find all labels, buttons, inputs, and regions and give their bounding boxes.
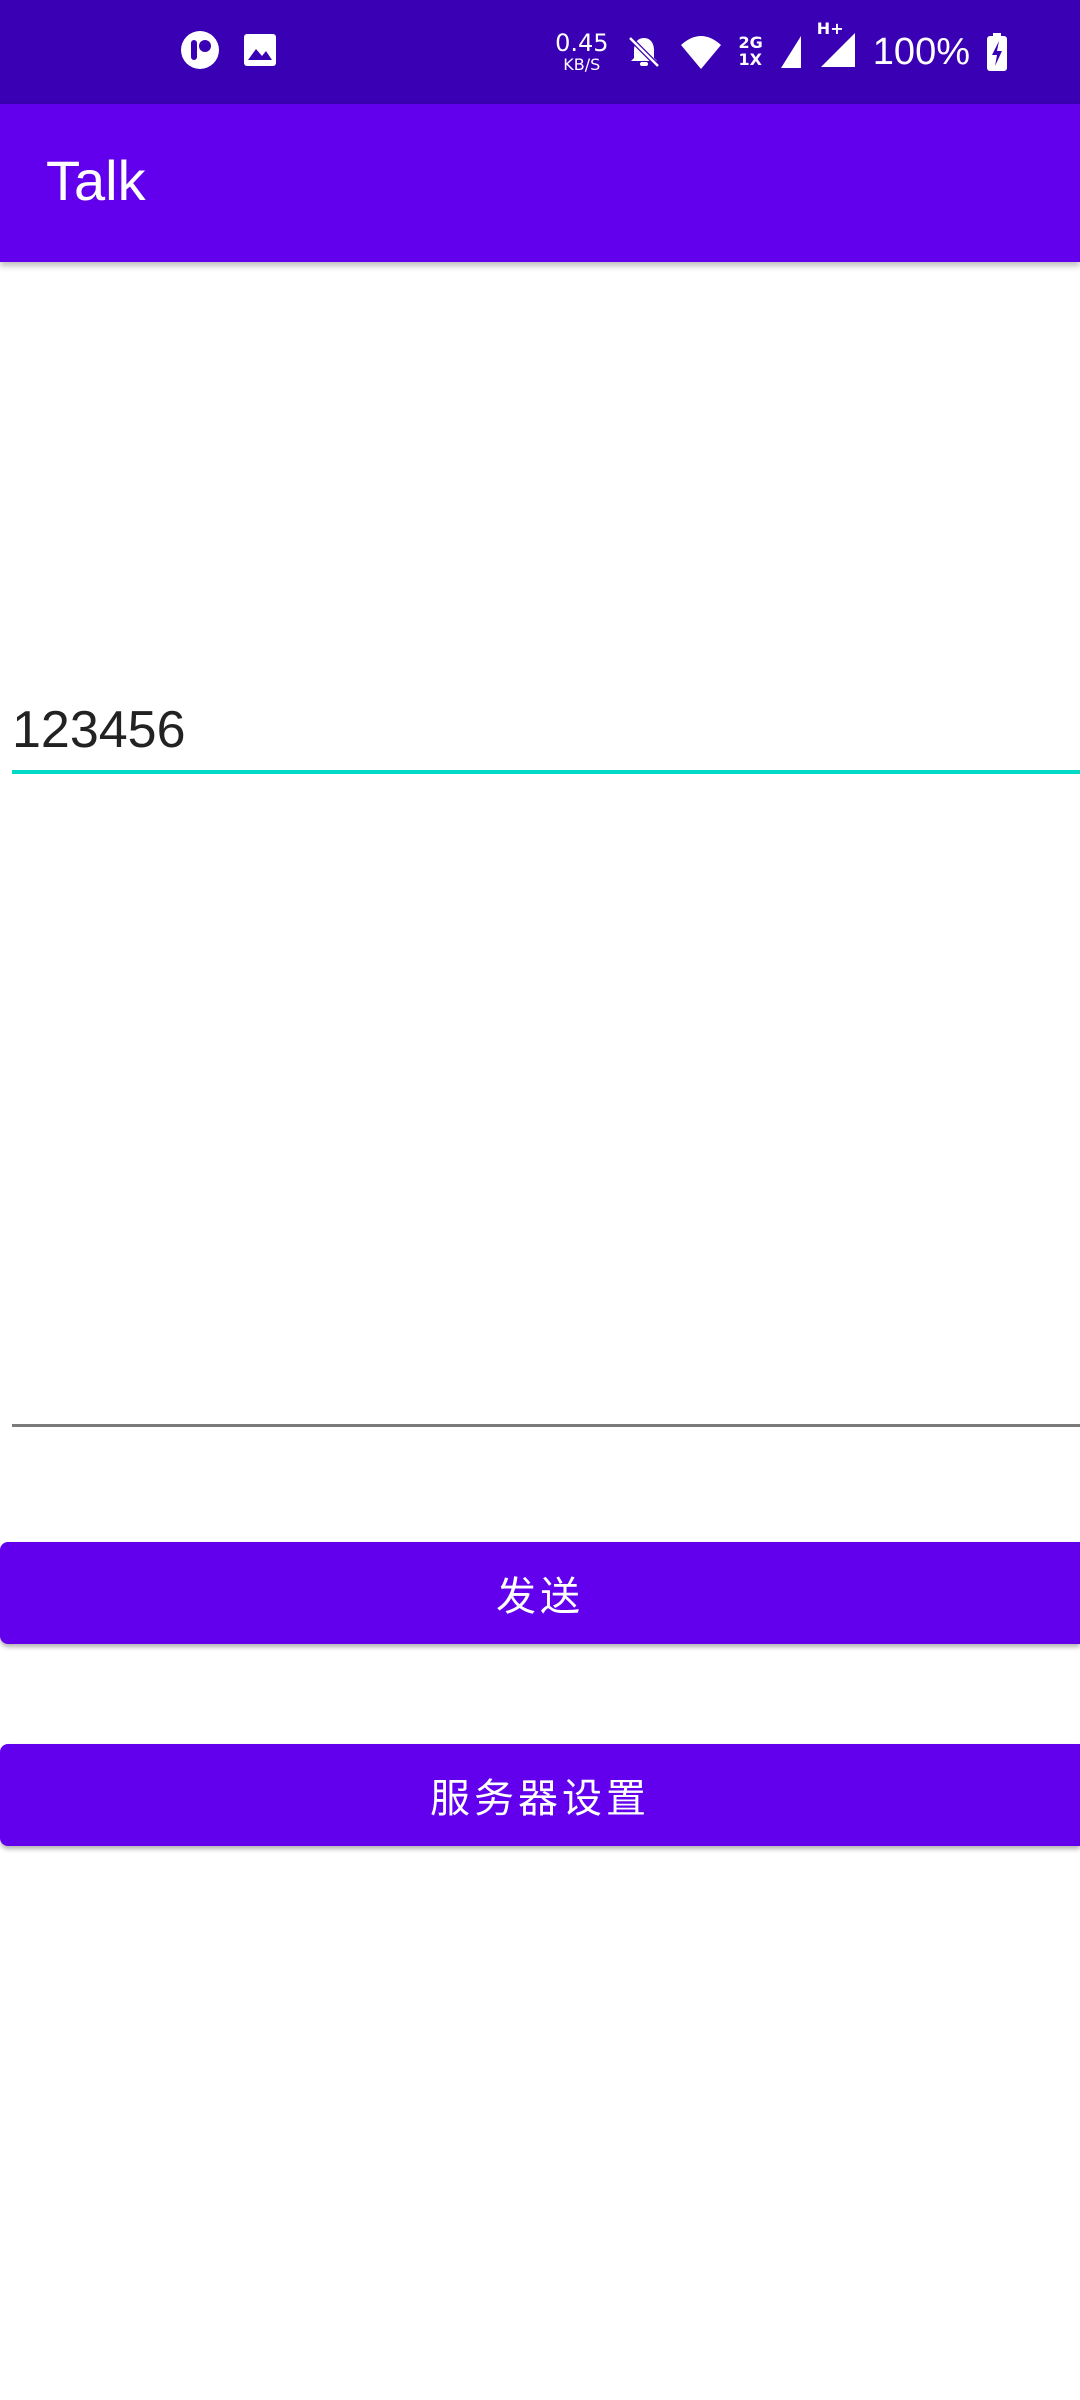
net-speed-unit: KB/S [563, 55, 601, 74]
data-type: H+ [817, 19, 857, 73]
net-speed: 0.45 KB/S [555, 31, 608, 73]
message-input[interactable] [12, 690, 1080, 770]
data-type-label: H+ [816, 19, 844, 38]
net-speed-value: 0.45 [555, 29, 609, 57]
multiline-input[interactable] [12, 780, 1080, 1428]
status-bar: 0.45 KB/S 2G 1X H+ 100% [0, 0, 1080, 104]
status-left-icons [180, 30, 278, 70]
app-title: Talk [46, 149, 146, 212]
message-input-container [12, 690, 1080, 774]
input-focus-underline [12, 770, 1080, 774]
signal-icon [780, 36, 801, 68]
send-button[interactable]: 发送 [0, 1542, 1080, 1644]
multiline-input-container [12, 780, 1080, 1428]
app-notification-icon [181, 31, 219, 69]
battery-charging-icon [987, 33, 1007, 71]
status-right-icons: 0.45 KB/S 2G 1X H+ 100% [555, 19, 1008, 76]
app-bar: Talk [0, 104, 1080, 262]
server-settings-button[interactable]: 服务器设置 [0, 1744, 1080, 1846]
bell-off-icon [627, 36, 660, 68]
network-type-bottom: 1X [738, 50, 762, 69]
battery-percentage: 100% [872, 30, 970, 73]
image-icon [244, 34, 276, 66]
wifi-icon [680, 36, 721, 69]
multiline-input-underline [12, 1424, 1080, 1427]
network-type: 2G 1X [738, 34, 763, 69]
